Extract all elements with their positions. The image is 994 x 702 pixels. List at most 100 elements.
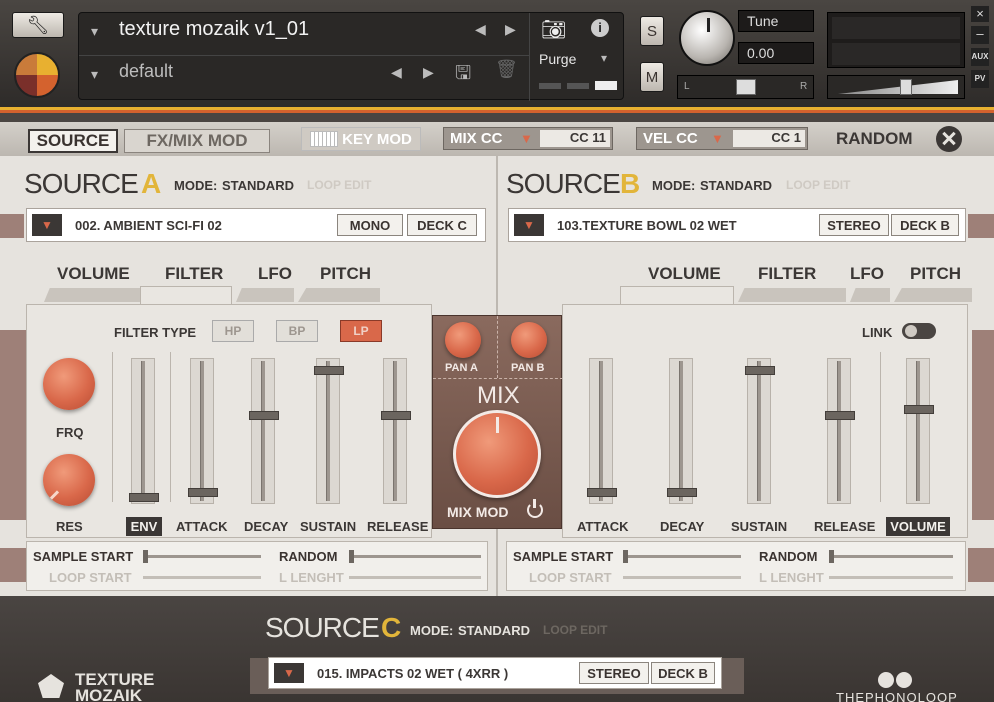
source-b-decay-fader-handle[interactable] — [667, 488, 697, 497]
mix-cc-box[interactable]: MIX CC ▼ CC 11 — [443, 127, 613, 150]
save-icon[interactable]: 🖫︎ — [455, 59, 471, 91]
source-b-volume-fader-handle[interactable] — [904, 405, 934, 414]
delete-icon[interactable]: 🗑︎ — [495, 59, 518, 80]
random-dice-icon[interactable] — [936, 126, 962, 152]
source-b-tab-filter[interactable]: FILTER — [758, 264, 816, 284]
tune-knob[interactable] — [679, 10, 735, 66]
link-toggle[interactable] — [902, 323, 936, 339]
frq-knob[interactable] — [43, 358, 95, 410]
source-a-loop-start-slider[interactable] — [143, 576, 261, 579]
mix-mod-power-icon[interactable] — [527, 499, 543, 518]
mute-button[interactable]: M — [640, 62, 664, 92]
source-a-tab-pitch[interactable]: PITCH — [320, 264, 371, 284]
tab-fxmix-mod[interactable]: FX/MIX MOD — [124, 129, 270, 153]
vel-cc-value[interactable]: CC 1 — [733, 130, 805, 147]
source-a-sample-start-slider[interactable] — [143, 550, 261, 563]
source-a-deck-button[interactable]: DECK C — [407, 214, 477, 236]
pan-slider[interactable]: L R — [677, 75, 814, 99]
instrument-name[interactable]: texture mozaik v1_01 — [119, 18, 309, 41]
next-instrument-icon[interactable]: ▶ — [505, 21, 516, 38]
source-b-loop-start-slider[interactable] — [623, 576, 741, 579]
prev-instrument-icon[interactable]: ◀ — [475, 21, 486, 38]
source-a-attack-fader-handle[interactable] — [188, 488, 218, 497]
next-snapshot-icon[interactable]: ▶ — [423, 64, 434, 81]
tab-source[interactable]: SOURCE — [28, 129, 118, 153]
close-button[interactable]: × — [971, 6, 989, 22]
source-a-tab-lfo[interactable]: LFO — [258, 264, 292, 284]
source-b-tab-pitch[interactable]: PITCH — [910, 264, 961, 284]
mix-cc-value[interactable]: CC 11 — [540, 130, 610, 147]
source-a-sustain-fader-handle[interactable] — [314, 366, 344, 375]
source-b-release-fader[interactable] — [825, 358, 855, 504]
source-a-random-slider[interactable] — [349, 550, 481, 563]
source-b-sample-dropdown-icon[interactable]: ▼ — [514, 214, 544, 236]
vel-cc-box[interactable]: VEL CC ▼ CC 1 — [636, 127, 808, 150]
source-a-tab-filter[interactable]: FILTER — [165, 264, 223, 284]
source-b-tab-lfo[interactable]: LFO — [850, 264, 884, 284]
volume-slider[interactable] — [827, 75, 965, 99]
solo-button[interactable]: S — [640, 16, 664, 46]
mix-cc-dropdown-icon[interactable]: ▼ — [520, 131, 533, 146]
source-c-deck-button[interactable]: DECK B — [651, 662, 715, 684]
source-a-release-fader[interactable] — [381, 358, 411, 504]
source-a-attack-fader[interactable] — [188, 358, 218, 504]
source-a-decay-fader-handle[interactable] — [249, 411, 279, 420]
source-a-sample-dropdown-icon[interactable]: ▼ — [32, 214, 62, 236]
source-b-sample-start-slider[interactable] — [623, 550, 741, 563]
filter-bp-button[interactable]: BP — [276, 320, 318, 342]
chevron-down-icon[interactable]: ▾ — [91, 23, 98, 40]
source-a-l-lenght-slider[interactable] — [349, 576, 481, 579]
res-knob[interactable] — [43, 454, 95, 506]
source-b-release-fader-handle[interactable] — [825, 411, 855, 420]
source-c-loop-edit[interactable]: LOOP EDIT — [543, 623, 607, 637]
source-b-random-slider[interactable] — [829, 550, 953, 563]
aux-button[interactable]: AUX — [971, 48, 989, 66]
source-c-stereo-button[interactable]: STEREO — [579, 662, 649, 684]
source-b-deck-button[interactable]: DECK B — [891, 214, 959, 236]
filter-hp-button[interactable]: HP — [212, 320, 254, 342]
source-b-attack-fader[interactable] — [587, 358, 617, 504]
purge-menu[interactable]: Purge — [539, 51, 576, 67]
env-amount-fader[interactable] — [129, 358, 159, 504]
source-a-release-fader-handle[interactable] — [381, 411, 411, 420]
chevron-down-icon[interactable]: ▾ — [601, 51, 607, 65]
info-icon[interactable]: i — [591, 19, 609, 37]
source-a-decay-fader[interactable] — [249, 358, 279, 504]
source-a-tab-volume[interactable]: VOLUME — [57, 264, 130, 284]
tab-key-mod[interactable]: KEY MOD — [301, 127, 421, 151]
pv-button[interactable]: PV — [971, 70, 989, 88]
source-c-sample-name[interactable]: 015. IMPACTS 02 WET ( 4XRR ) — [317, 666, 508, 681]
camera-icon[interactable]: 📷︎ — [541, 17, 566, 42]
env-button[interactable]: ENV — [126, 517, 162, 536]
source-a-sustain-fader[interactable] — [314, 358, 344, 504]
chevron-down-icon[interactable]: ▾ — [91, 66, 98, 83]
prev-snapshot-icon[interactable]: ◀ — [391, 64, 402, 81]
snapshot-name[interactable]: default — [119, 61, 173, 82]
settings-button[interactable]: 🔧︎ — [12, 12, 64, 38]
source-b-attack-fader-handle[interactable] — [587, 488, 617, 497]
source-a-mono-button[interactable]: MONO — [337, 214, 403, 236]
source-b-volume-fader[interactable] — [904, 358, 934, 504]
pan-b-knob[interactable] — [511, 322, 547, 358]
source-c-sample-dropdown-icon[interactable]: ▼ — [274, 663, 304, 683]
vel-cc-dropdown-icon[interactable]: ▼ — [711, 131, 724, 146]
minimize-button[interactable]: – — [971, 26, 989, 44]
source-a-sample-name[interactable]: 002. AMBIENT SCI-FI 02 — [75, 218, 222, 233]
volume-button[interactable]: VOLUME — [886, 517, 950, 536]
source-b-tab-volume[interactable]: VOLUME — [648, 264, 721, 284]
filter-lp-button[interactable]: LP — [340, 320, 382, 342]
source-a-loop-edit[interactable]: LOOP EDIT — [307, 178, 371, 192]
source-a-mode-value[interactable]: STANDARD — [222, 178, 294, 193]
source-b-decay-fader[interactable] — [667, 358, 697, 504]
tune-value[interactable]: 0.00 — [738, 42, 814, 64]
source-b-sample-name[interactable]: 103.TEXTURE BOWL 02 WET — [557, 218, 737, 233]
source-b-l-lenght-slider[interactable] — [829, 576, 953, 579]
source-c-mode-value[interactable]: STANDARD — [458, 623, 530, 638]
mix-knob[interactable] — [453, 410, 541, 498]
source-b-sustain-fader[interactable] — [745, 358, 775, 504]
source-b-mode-value[interactable]: STANDARD — [700, 178, 772, 193]
source-b-loop-edit[interactable]: LOOP EDIT — [786, 178, 850, 192]
source-b-sustain-fader-handle[interactable] — [745, 366, 775, 375]
source-b-stereo-button[interactable]: STEREO — [819, 214, 889, 236]
pan-a-knob[interactable] — [445, 322, 481, 358]
